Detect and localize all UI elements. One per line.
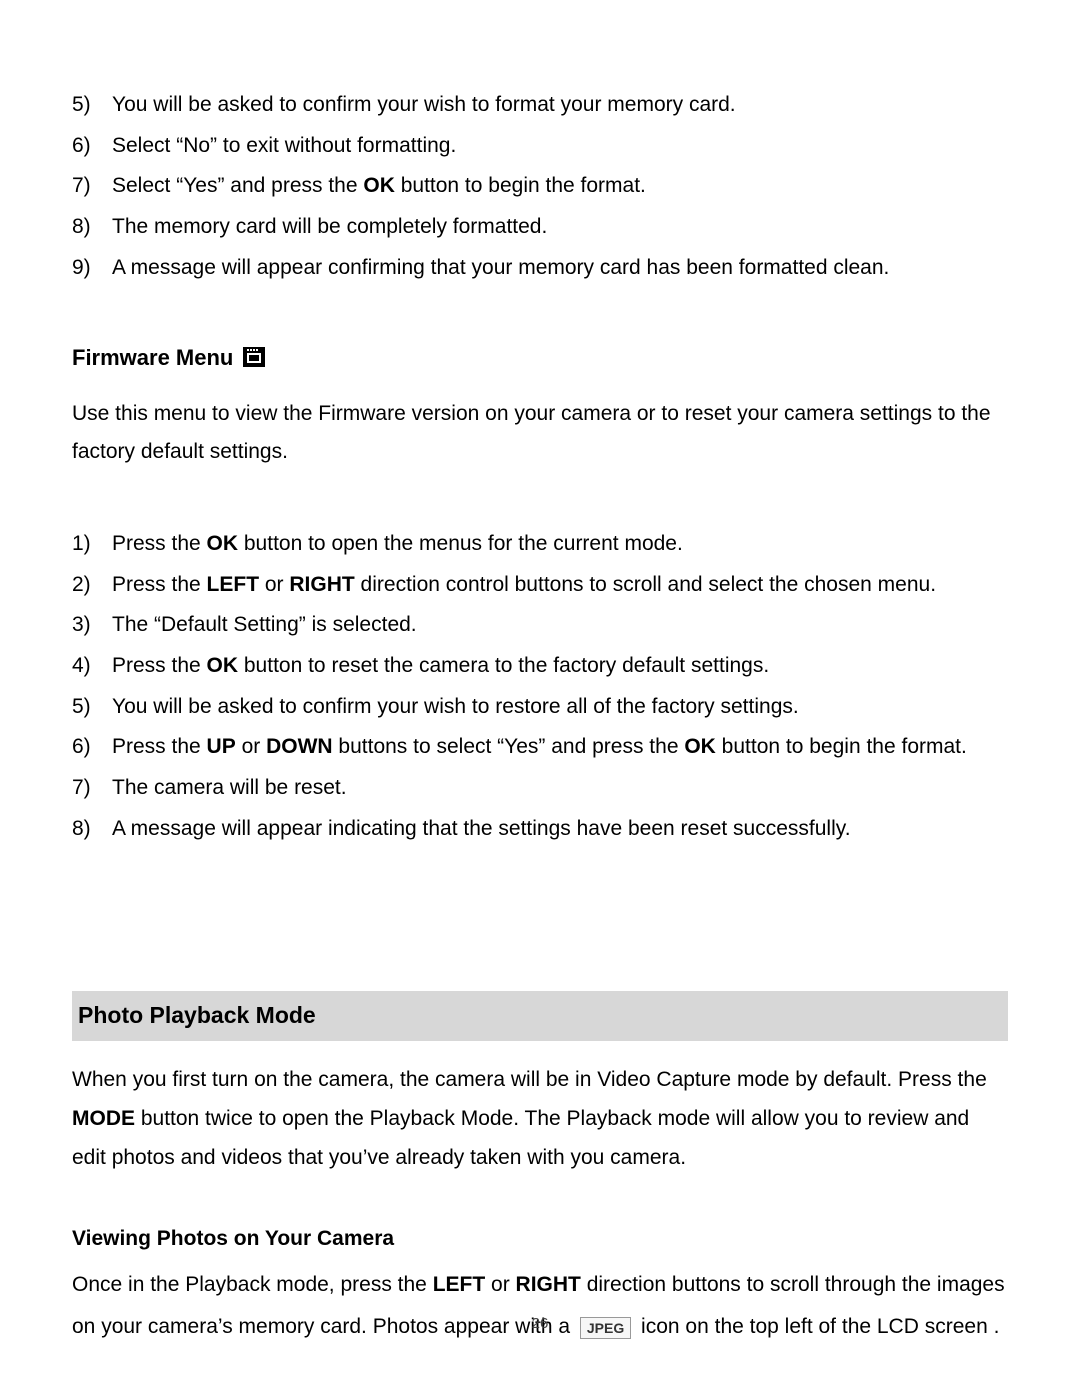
list-item: 7)The camera will be reset.	[72, 771, 1008, 806]
firmware-menu-icon	[243, 347, 265, 367]
list-item: 3)The “Default Setting” is selected.	[72, 608, 1008, 643]
firmware-menu-heading-text: Firmware Menu	[72, 340, 233, 376]
viewing-photos-heading: Viewing Photos on Your Camera	[72, 1222, 1008, 1257]
list-item-text: Press the OK button to open the menus fo…	[112, 527, 1008, 562]
list-item: 5)You will be asked to confirm your wish…	[72, 690, 1008, 725]
list-item: 9)A message will appear confirming that …	[72, 251, 1008, 286]
list-item: 6)Press the UP or DOWN buttons to select…	[72, 730, 1008, 765]
list-item-number: 6)	[72, 730, 112, 765]
list-item-number: 6)	[72, 129, 112, 164]
bold-text: OK	[207, 532, 239, 555]
format-steps-list: 5)You will be asked to confirm your wish…	[72, 88, 1008, 285]
list-item-text: A message will appear confirming that yo…	[112, 251, 1008, 286]
list-item-text: The memory card will be completely forma…	[112, 210, 1008, 245]
firmware-menu-heading: Firmware Menu	[72, 340, 1008, 376]
list-item-number: 7)	[72, 771, 112, 806]
firmware-steps-list: 1)Press the OK button to open the menus …	[72, 527, 1008, 846]
list-item-number: 5)	[72, 690, 112, 725]
list-item-number: 5)	[72, 88, 112, 123]
list-item: 5)You will be asked to confirm your wish…	[72, 88, 1008, 123]
list-item-text: Select “No” to exit without formatting.	[112, 129, 1008, 164]
list-item-number: 2)	[72, 568, 112, 603]
page-number: 26	[0, 1312, 1080, 1337]
bold-text: LEFT	[433, 1273, 486, 1296]
bold-text: RIGHT	[516, 1273, 581, 1296]
list-item-number: 7)	[72, 169, 112, 204]
photo-playback-intro-paragraph: When you first turn on the camera, the c…	[72, 1061, 1008, 1178]
list-item-text: The camera will be reset.	[112, 771, 1008, 806]
bold-text: LEFT	[207, 573, 260, 596]
bold-text: OK	[684, 735, 716, 758]
firmware-intro-paragraph: Use this menu to view the Firmware versi…	[72, 395, 1008, 473]
list-item-text: You will be asked to confirm your wish t…	[112, 88, 1008, 123]
spacer	[72, 487, 1008, 527]
list-item-text: Press the LEFT or RIGHT direction contro…	[112, 568, 1008, 603]
list-item: 8)A message will appear indicating that …	[72, 812, 1008, 847]
photo-playback-mode-heading: Photo Playback Mode	[72, 991, 1008, 1041]
list-item-text: Select “Yes” and press the OK button to …	[112, 169, 1008, 204]
list-item-number: 4)	[72, 649, 112, 684]
spacer	[72, 901, 1008, 991]
bold-text: OK	[207, 654, 239, 677]
list-item-number: 8)	[72, 812, 112, 847]
bold-text: MODE	[72, 1107, 135, 1130]
list-item: 8)The memory card will be completely for…	[72, 210, 1008, 245]
document-page: 5)You will be asked to confirm your wish…	[0, 0, 1080, 1348]
list-item: 1)Press the OK button to open the menus …	[72, 527, 1008, 562]
list-item-number: 1)	[72, 527, 112, 562]
list-item-text: Press the UP or DOWN buttons to select “…	[112, 730, 1008, 765]
bold-text: UP	[207, 735, 236, 758]
list-item: 6)Select “No” to exit without formatting…	[72, 129, 1008, 164]
list-item-number: 3)	[72, 608, 112, 643]
list-item-text: The “Default Setting” is selected.	[112, 608, 1008, 643]
bold-text: DOWN	[266, 735, 333, 758]
list-item-number: 9)	[72, 251, 112, 286]
list-item-text: Press the OK button to reset the camera …	[112, 649, 1008, 684]
list-item-text: A message will appear indicating that th…	[112, 812, 1008, 847]
bold-text: OK	[363, 174, 395, 197]
list-item: 2)Press the LEFT or RIGHT direction cont…	[72, 568, 1008, 603]
list-item: 7)Select “Yes” and press the OK button t…	[72, 169, 1008, 204]
list-item-number: 8)	[72, 210, 112, 245]
list-item-text: You will be asked to confirm your wish t…	[112, 690, 1008, 725]
bold-text: RIGHT	[289, 573, 354, 596]
list-item: 4)Press the OK button to reset the camer…	[72, 649, 1008, 684]
